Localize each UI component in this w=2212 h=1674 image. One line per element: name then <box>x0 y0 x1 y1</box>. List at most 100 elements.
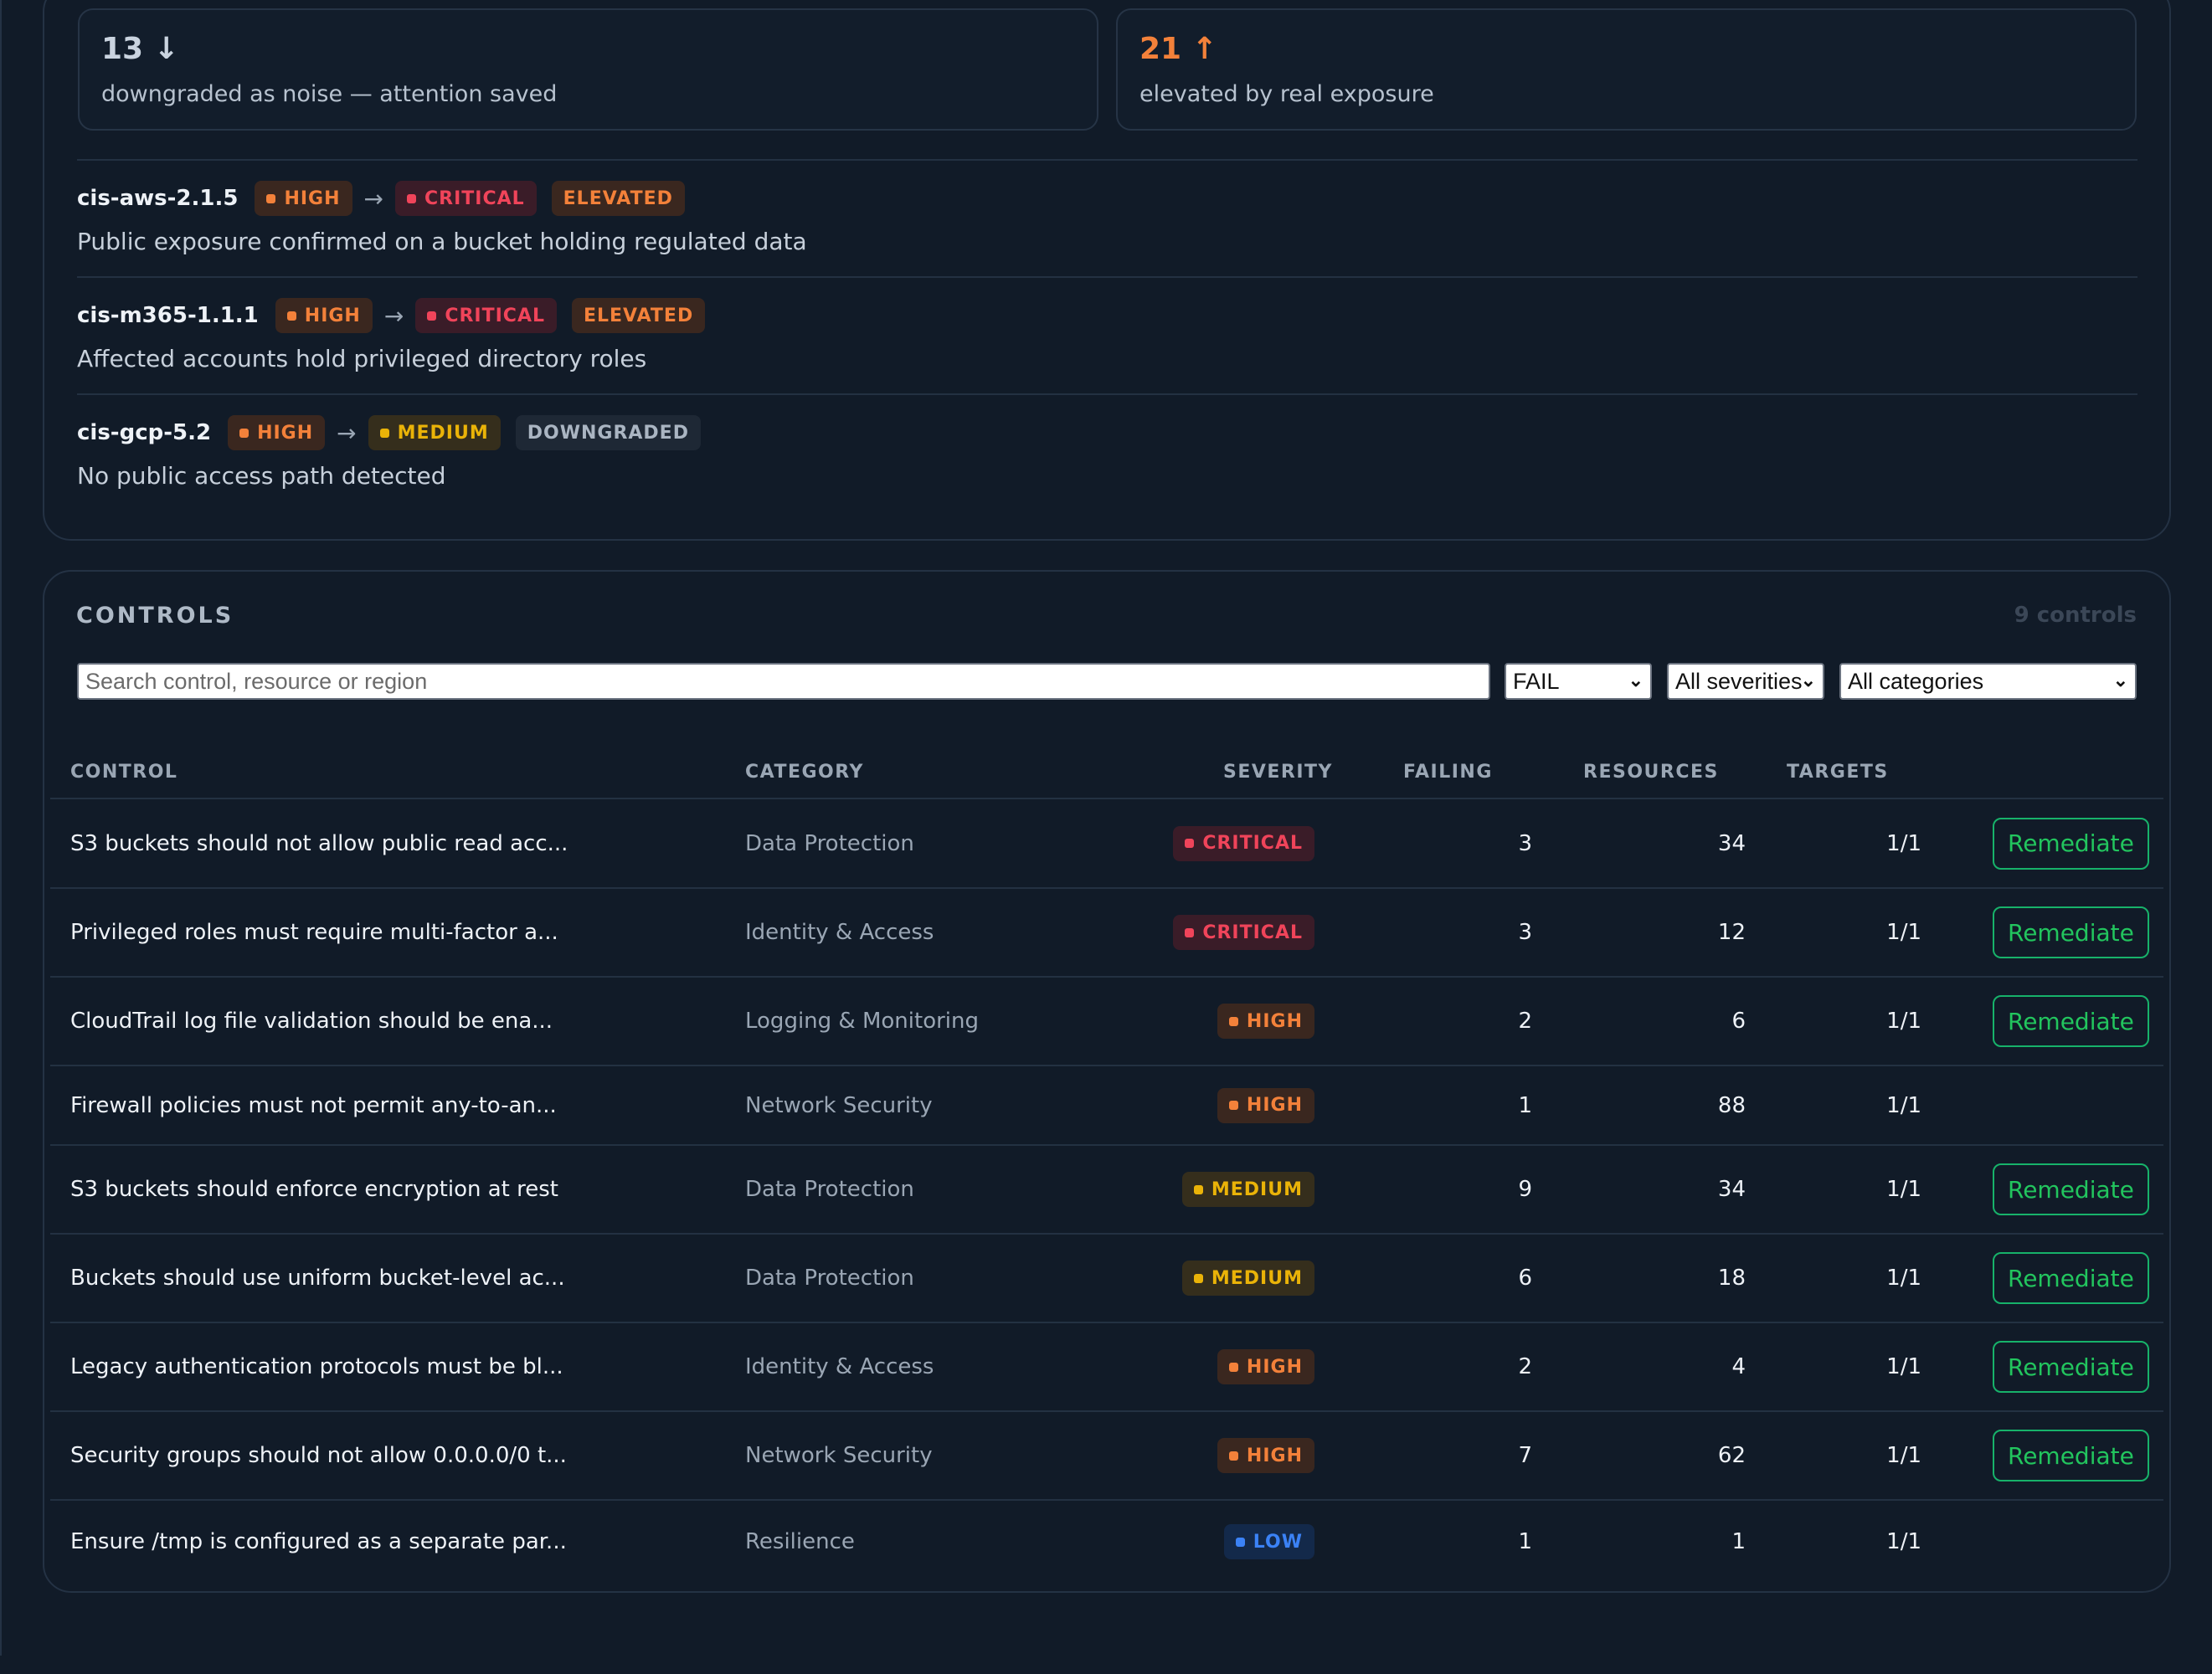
severity-badge-label: LOW <box>1253 1531 1303 1553</box>
adjustment-row: cis-gcp-5.2 HIGH → MEDIUM DOWNGRADED No publi… <box>77 393 2137 510</box>
downgraded-label: downgraded as noise — attention saved <box>101 81 558 107</box>
original-severity-badge: HIGH <box>228 415 326 450</box>
column-header-targets[interactable]: TARGETS <box>1787 762 1889 783</box>
severity-dot-icon <box>1228 1101 1238 1110</box>
status-filter-select[interactable]: FAIL ⌄ <box>1505 663 1652 700</box>
table-row[interactable]: S3 buckets should enforce encryption at … <box>50 1146 2163 1235</box>
chevron-down-icon: ⌄ <box>1800 670 1816 691</box>
remediate-button[interactable]: Remediate <box>1993 1341 2149 1393</box>
remediate-button[interactable]: Remediate <box>1993 906 2149 958</box>
adjustment-reason: Public exposure confirmed on a bucket ho… <box>77 228 807 255</box>
control-severity: HIGH <box>887 978 1314 1065</box>
control-category: Resilience <box>745 1529 855 1554</box>
category-filter-select[interactable]: All categories ⌄ <box>1839 663 2137 700</box>
arrow-right-icon: → <box>337 418 357 447</box>
target-count: 1/1 <box>1886 1354 1921 1379</box>
remediate-button[interactable]: Remediate <box>1993 1430 2149 1481</box>
table-row[interactable]: S3 buckets should not allow public read … <box>50 799 2163 889</box>
table-row[interactable]: Buckets should use uniform bucket-level … <box>50 1235 2163 1323</box>
resource-count: 1 <box>1731 1529 1746 1554</box>
severity-badge-label: HIGH <box>1246 1356 1303 1378</box>
control-severity: CRITICAL <box>887 799 1314 887</box>
chevron-down-icon: ⌄ <box>1628 670 1644 691</box>
severity-filter-select[interactable]: All severities ⌄ <box>1667 663 1824 700</box>
table-row[interactable]: Security groups should not allow 0.0.0.0… <box>50 1412 2163 1501</box>
target-count: 1/1 <box>1886 830 1921 856</box>
search-input[interactable] <box>77 663 1490 700</box>
severity-badge: HIGH <box>1217 1087 1314 1123</box>
adjustment-header: cis-aws-2.1.5 HIGH → CRITICAL ELEVATED <box>77 180 685 217</box>
control-severity: MEDIUM <box>887 1235 1314 1322</box>
severity-badge-label: HIGH <box>1246 1095 1303 1116</box>
original-severity-badge: HIGH <box>255 181 352 216</box>
table-row[interactable]: Privileged roles must require multi-fact… <box>50 889 2163 978</box>
column-header-control[interactable]: CONTROL <box>70 762 177 783</box>
status-filter-value: FAIL <box>1513 668 1560 694</box>
adjustment-status-badge: ELEVATED <box>571 298 706 333</box>
severity-dot-icon <box>427 311 437 321</box>
control-name: Firewall policies must not permit any-to… <box>70 1092 557 1118</box>
target-count: 1/1 <box>1886 1177 1921 1202</box>
control-severity: MEDIUM <box>887 1146 1314 1233</box>
table-row[interactable]: Ensure /tmp is configured as a separate … <box>50 1501 2163 1583</box>
table-row[interactable]: Firewall policies must not permit any-to… <box>50 1066 2163 1146</box>
severity-badge: HIGH <box>1217 1349 1314 1384</box>
severity-badge: MEDIUM <box>1181 1261 1314 1296</box>
control-severity: HIGH <box>887 1066 1314 1144</box>
remediate-button[interactable]: Remediate <box>1993 1252 2149 1304</box>
adjustment-control-id: cis-aws-2.1.5 <box>77 186 239 211</box>
control-name: S3 buckets should not allow public read … <box>70 830 568 856</box>
control-name: CloudTrail log file validation should be… <box>70 1009 553 1034</box>
target-count: 1/1 <box>1886 920 1921 945</box>
adjusted-severity-badge: CRITICAL <box>395 181 537 216</box>
column-header-severity[interactable]: SEVERITY <box>1223 762 1333 783</box>
failing-count: 3 <box>1518 920 1532 945</box>
resource-count: 18 <box>1717 1266 1746 1291</box>
severity-dot-icon <box>1185 839 1195 848</box>
severity-dot-icon <box>1235 1537 1245 1547</box>
remediate-button[interactable]: Remediate <box>1993 1163 2149 1215</box>
resource-count: 4 <box>1731 1354 1746 1379</box>
resource-count: 34 <box>1717 1177 1746 1202</box>
severity-dot-icon <box>1185 927 1195 937</box>
adjustment-status-badge: DOWNGRADED <box>515 415 701 450</box>
adjustment-control-id: cis-gcp-5.2 <box>77 420 212 445</box>
control-name: Privileged roles must require multi-fact… <box>70 920 558 945</box>
row-action: Remediate <box>1993 1412 2149 1499</box>
control-name: Security groups should not allow 0.0.0.0… <box>70 1443 567 1468</box>
severity-badge: HIGH <box>1217 1438 1314 1473</box>
row-action: Remediate <box>1993 799 2149 887</box>
control-severity: HIGH <box>887 1412 1314 1499</box>
severity-badge-label: HIGH <box>284 187 341 209</box>
target-count: 1/1 <box>1886 1443 1921 1468</box>
row-action: Remediate <box>1993 889 2149 976</box>
table-row[interactable]: CloudTrail log file validation should be… <box>50 978 2163 1066</box>
row-action: Remediate <box>1993 1235 2149 1322</box>
severity-badge-label: MEDIUM <box>1211 1267 1303 1289</box>
remediate-button[interactable]: Remediate <box>1993 995 2149 1047</box>
adjustment-header: cis-gcp-5.2 HIGH → MEDIUM DOWNGRADED <box>77 414 701 451</box>
failing-count: 7 <box>1518 1443 1532 1468</box>
elevated-stat-card: 21 ↑ elevated by real exposure <box>1116 8 2137 131</box>
severity-dot-icon <box>1228 1451 1238 1461</box>
elevated-label: elevated by real exposure <box>1139 81 1434 107</box>
severity-badge-label: CRITICAL <box>445 305 545 326</box>
control-name: S3 buckets should enforce encryption at … <box>70 1177 558 1202</box>
failing-count: 2 <box>1518 1354 1532 1379</box>
target-count: 1/1 <box>1886 1529 1921 1554</box>
failing-count: 2 <box>1518 1009 1532 1034</box>
column-header-resources[interactable]: RESOURCES <box>1583 762 1719 783</box>
severity-badge: LOW <box>1223 1524 1314 1559</box>
table-row[interactable]: Legacy authentication protocols must be … <box>50 1323 2163 1412</box>
control-count: 9 controls <box>2014 603 2137 628</box>
severity-badge-label: MEDIUM <box>1211 1178 1303 1200</box>
severity-dot-icon <box>239 428 249 438</box>
remediate-button[interactable]: Remediate <box>1993 817 2149 870</box>
column-header-failing[interactable]: FAILING <box>1403 762 1493 783</box>
column-header-category[interactable]: CATEGORY <box>745 762 864 783</box>
control-name: Buckets should use uniform bucket-level … <box>70 1266 565 1291</box>
category-filter-value: All categories <box>1848 668 1984 694</box>
severity-badge-label: MEDIUM <box>397 422 489 444</box>
severity-badge: CRITICAL <box>1173 825 1314 861</box>
severity-badge: MEDIUM <box>1181 1172 1314 1207</box>
